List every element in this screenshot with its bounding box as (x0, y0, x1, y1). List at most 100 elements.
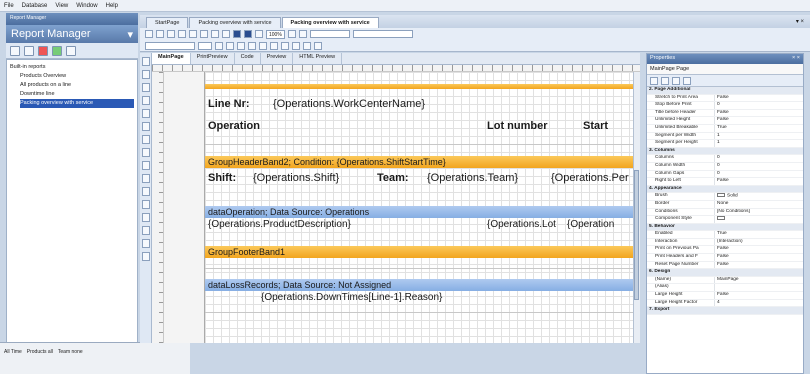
property-row[interactable]: Print Headers and F False (647, 254, 803, 262)
property-value[interactable]: False (715, 246, 729, 253)
tab-printpreview[interactable]: PrintPreview (191, 53, 235, 64)
property-row[interactable]: (Alias) (647, 284, 803, 293)
print-icon[interactable] (167, 30, 175, 38)
new-icon[interactable] (145, 30, 153, 38)
align-left-icon[interactable] (248, 41, 256, 50)
property-row[interactable]: (Name) MainPage (647, 276, 803, 285)
reason-value-field[interactable]: {Operations.DownTimes[Line-1].Reason} (261, 292, 442, 303)
property-row[interactable]: Reset Page Number False (647, 261, 803, 270)
menu-window[interactable]: Window (76, 3, 97, 9)
property-value[interactable]: Solid (715, 193, 738, 200)
tree-item-packing[interactable]: Packing overview with service (20, 99, 134, 108)
property-value[interactable]: 0 (715, 171, 720, 178)
border-icon[interactable] (287, 30, 296, 38)
subreport-icon[interactable] (141, 200, 150, 209)
menu-view[interactable]: View (55, 3, 68, 9)
undo-icon[interactable] (178, 30, 186, 38)
property-value[interactable]: False (715, 110, 729, 117)
object-selector[interactable]: MainPage Page (647, 64, 803, 75)
save-icon[interactable] (156, 30, 164, 38)
tab-packing-1[interactable]: Packing overview with service (189, 17, 281, 28)
property-category[interactable]: 3. Columns (647, 147, 803, 156)
zip-icon[interactable] (141, 213, 150, 222)
tab-html-preview[interactable]: HTML Preview (293, 53, 343, 64)
property-pages-icon[interactable] (683, 76, 691, 85)
new-folder-icon[interactable] (24, 45, 34, 56)
property-row[interactable]: Print on Previous Pa False (647, 246, 803, 255)
operation-value-field[interactable]: {Operation (567, 219, 614, 230)
product-description-field[interactable]: {Operations.ProductDescription} (208, 219, 351, 230)
property-row[interactable]: Stop Before Print 0 (647, 102, 803, 110)
tree-item-all-products[interactable]: All products on a line (10, 81, 134, 90)
property-row[interactable]: Stretch to Print Area False (647, 94, 803, 103)
data-operation-band[interactable]: dataOperation; Data Source: Operations (205, 206, 640, 218)
property-row[interactable]: Segment per Width 1 (647, 132, 803, 141)
property-value[interactable]: True (715, 231, 727, 238)
format-icon[interactable] (314, 41, 322, 50)
map-icon[interactable] (141, 252, 150, 261)
align-center-icon[interactable] (259, 41, 267, 50)
shape-icon[interactable] (141, 109, 150, 118)
property-value[interactable]: False (715, 254, 729, 261)
property-row[interactable]: Segment per Height 1 (647, 140, 803, 148)
team-value-field-2[interactable]: {Operations.Per (551, 172, 629, 184)
close-icon[interactable]: ▾ × (796, 18, 804, 25)
property-row[interactable]: Interaction (Interaction) (647, 238, 803, 247)
zoom-select[interactable]: 100% (266, 29, 285, 39)
line-icon[interactable] (141, 122, 150, 131)
property-category[interactable]: 4. Appearance (647, 185, 803, 194)
property-value[interactable] (715, 216, 727, 223)
property-value[interactable]: True (715, 125, 727, 132)
chart-icon[interactable] (141, 135, 150, 144)
property-value[interactable]: 0 (715, 102, 720, 109)
property-row[interactable]: Border None (647, 200, 803, 209)
menu-help[interactable]: Help (106, 3, 118, 9)
property-row[interactable]: Conditions [No Conditions] (647, 208, 803, 217)
panel-icon[interactable] (141, 174, 150, 183)
group-header-band[interactable]: GroupHeaderBand2; Condition: {Operations… (205, 156, 640, 168)
property-value[interactable]: False (715, 262, 729, 269)
pointer-icon[interactable] (141, 57, 150, 66)
justify-icon[interactable] (281, 41, 289, 50)
start-header[interactable]: Start (583, 120, 608, 132)
highlight-icon[interactable] (303, 41, 311, 50)
align-right-icon[interactable] (270, 41, 278, 50)
band-icon[interactable] (141, 96, 150, 105)
property-category[interactable]: 7. Export (647, 307, 803, 315)
data-loss-records-band[interactable]: dataLossRecords; Data Source: Not Assign… (205, 279, 640, 291)
property-value[interactable]: None (715, 201, 728, 208)
property-row[interactable]: Right to Left False (647, 178, 803, 186)
categorized-icon[interactable] (650, 76, 658, 85)
tab-packing-2[interactable]: Packing overview with service (281, 17, 379, 28)
panel-menu-icon[interactable]: ▾ (127, 28, 133, 41)
redo-icon[interactable] (189, 30, 197, 38)
tab-code[interactable]: Code (235, 53, 261, 64)
property-category[interactable]: 5. Behavior (647, 223, 803, 232)
grid-icon[interactable] (233, 30, 241, 38)
property-value[interactable]: MainPage (715, 277, 739, 284)
property-row[interactable]: Enabled True (647, 231, 803, 239)
crosstab-icon[interactable] (141, 239, 150, 248)
copy-icon[interactable] (211, 30, 219, 38)
text-color-icon[interactable] (292, 41, 300, 50)
team-filter[interactable]: Team none (58, 349, 83, 355)
report-page[interactable]: Line Nr: {Operations.WorkCenterName} Ope… (204, 72, 640, 343)
page-icon[interactable] (255, 30, 263, 38)
page-header-band[interactable] (205, 84, 640, 89)
property-value[interactable]: False (715, 95, 729, 102)
property-category[interactable]: 6. Design (647, 269, 803, 277)
property-row[interactable]: Column Width 0 (647, 162, 803, 171)
font-select[interactable] (145, 41, 195, 50)
tree-item-downtime[interactable]: Downtime line (10, 90, 134, 99)
alphabetical-icon[interactable] (661, 76, 669, 85)
operation-header[interactable]: Operation (208, 120, 260, 132)
property-row[interactable]: Brush Solid (647, 193, 803, 201)
property-value[interactable]: 1 (715, 133, 720, 140)
property-value[interactable]: 0 (715, 163, 720, 170)
underline-icon[interactable] (237, 41, 245, 50)
line-value-field[interactable]: {Operations.WorkCenterName} (273, 98, 425, 110)
tab-preview[interactable]: Preview (261, 53, 294, 64)
cut-icon[interactable] (200, 30, 208, 38)
tree-item-builtin[interactable]: Built-in reports (10, 63, 134, 72)
property-value[interactable] (715, 284, 717, 291)
